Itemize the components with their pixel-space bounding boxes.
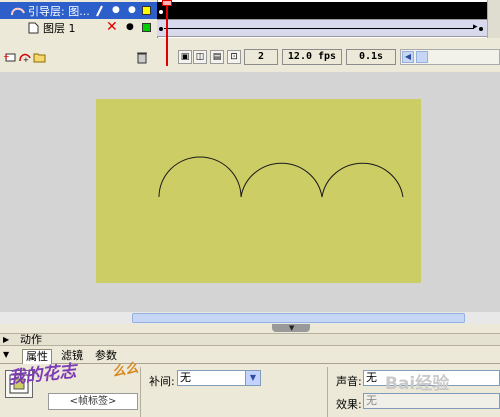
sound-label: 声音: — [336, 375, 362, 388]
hidden-x-icon[interactable]: ✕ — [106, 19, 118, 35]
frame-label-input[interactable]: <帧标签> — [48, 393, 138, 410]
panel-divider — [327, 367, 328, 417]
tween-label: 补间: — [149, 375, 175, 388]
scroll-thumb[interactable] — [416, 51, 428, 63]
expand-arrow-icon[interactable]: ▶ — [3, 334, 9, 346]
tween-arrow-line — [164, 28, 474, 29]
arc-path[interactable] — [158, 156, 404, 198]
lock-dot[interactable]: ● — [126, 22, 134, 32]
edit-multiple-frames-button[interactable]: ▤ — [210, 50, 224, 64]
layer-row-1[interactable]: 图层 1 ✕ ● — [0, 19, 157, 37]
guide-path-drawing[interactable] — [96, 99, 421, 283]
actions-title: 动作 — [20, 333, 42, 346]
layer-row-guide[interactable]: 引导层: 图... ● ● — [0, 2, 157, 20]
onion-skin-button[interactable]: ▣ — [178, 50, 192, 64]
layer-icon — [28, 22, 39, 34]
keyframe-dot — [479, 27, 483, 31]
visibility-dot[interactable]: ● — [112, 5, 120, 15]
tween-select-value: 无 — [180, 371, 191, 384]
effect-select[interactable]: 无 — [363, 393, 500, 409]
tween-arrow-head: ▸ — [473, 22, 478, 32]
layer-name: 图层 1 — [43, 22, 76, 35]
add-folder-icon[interactable] — [33, 51, 47, 63]
timeline-vertical-scrollbar[interactable] — [487, 0, 500, 38]
panel-divider — [140, 367, 141, 417]
stage-canvas[interactable] — [96, 99, 421, 283]
keyframe-dot — [159, 27, 163, 31]
collapse-arrow-icon[interactable]: ▼ — [3, 350, 9, 359]
scroll-left-arrow-icon[interactable]: ◀ — [402, 51, 414, 63]
onion-outline-button[interactable]: ◫ — [193, 50, 207, 64]
modify-onion-markers-button[interactable]: ⊡ — [227, 50, 241, 64]
sound-select-value: 无 — [366, 371, 377, 384]
timeline-panel: 引导层: 图... ● ● 图层 1 ✕ ● ▸ + + ▣ ◫ ▤ ⊡ 2 1… — [0, 0, 500, 70]
current-frame-field: 2 — [244, 49, 278, 65]
frame-span-layer-1[interactable]: ▸ — [157, 19, 487, 37]
frame-span-guide[interactable] — [157, 2, 487, 20]
effect-select-value: 无 — [366, 394, 377, 407]
layer-color-swatch[interactable] — [142, 23, 151, 32]
layer-color-swatch[interactable] — [142, 6, 151, 15]
baidu-watermark: Bai经验 — [385, 374, 450, 394]
pencil-icon — [96, 5, 103, 17]
lock-dot[interactable]: ● — [128, 5, 136, 15]
svg-text:+: + — [3, 52, 10, 61]
actions-panel-header[interactable]: ▶ 动作 — [0, 333, 500, 346]
timeline-horizontal-scrollbar[interactable]: ◀ — [400, 49, 500, 65]
chevron-down-icon[interactable]: ▼ — [245, 371, 260, 385]
svg-text:+: + — [23, 56, 29, 63]
keyframe-dot — [159, 10, 163, 14]
center-frame-icon[interactable] — [163, 49, 171, 65]
playhead-handle[interactable] — [162, 0, 172, 6]
add-guide-layer-icon[interactable]: + — [18, 51, 32, 63]
add-layer-icon[interactable]: + — [3, 51, 17, 63]
stage-scroll-thumb[interactable] — [132, 313, 465, 323]
trash-icon[interactable] — [136, 51, 148, 64]
frame-rate-field[interactable]: 12.0 fps — [282, 49, 342, 65]
tween-select[interactable]: 无 ▼ — [177, 370, 261, 386]
collapse-arrow-icon[interactable]: ▼ — [289, 324, 294, 332]
effect-label: 效果: — [336, 398, 362, 411]
elapsed-time-field: 0.1s — [346, 49, 396, 65]
layer-name: 引导层: 图... — [28, 5, 90, 18]
guide-layer-icon — [11, 7, 25, 16]
